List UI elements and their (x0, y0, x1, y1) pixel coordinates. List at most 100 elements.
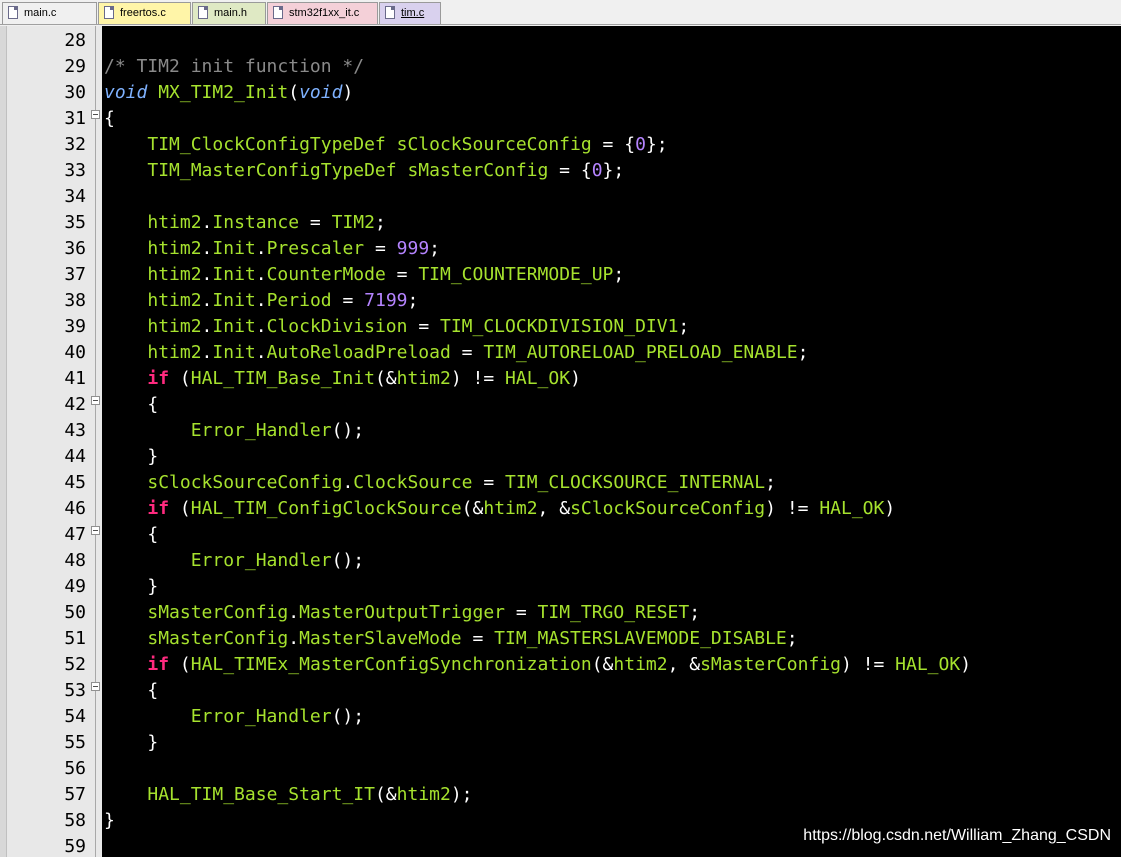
code-token: CounterMode (266, 264, 386, 285)
code-line[interactable]: htim2.Init.Period = 7199; (104, 288, 418, 314)
code-token: sClockSourceConfig (147, 472, 343, 493)
code-token: . (201, 316, 213, 337)
code-line[interactable]: htim2.Init.AutoReloadPreload = TIM_AUTOR… (104, 340, 808, 366)
code-line[interactable]: if (HAL_TIM_ConfigClockSource(&htim2, &s… (104, 496, 895, 522)
code-token: HAL_TIM_Base_Start_IT (147, 784, 375, 805)
code-line[interactable]: { (104, 392, 158, 418)
fold-toggle-icon[interactable] (91, 110, 100, 119)
code-token: , & (537, 498, 571, 519)
code-token: sMasterConfig (700, 654, 841, 675)
code-token: }; (602, 160, 625, 181)
code-token: . (255, 316, 267, 337)
tab-main-h[interactable]: main.h (192, 2, 266, 24)
code-line[interactable]: if (HAL_TIM_Base_Init(&htim2) != HAL_OK) (104, 366, 581, 392)
fold-toggle-icon[interactable] (91, 526, 100, 535)
tab-stm32f1xx-it-c[interactable]: stm32f1xx_it.c (267, 2, 378, 24)
fold-guide-line (95, 26, 96, 857)
tab-label: main.c (24, 7, 57, 19)
code-editor[interactable]: /* TIM2 init function */ void MX_TIM2_Ini… (102, 26, 1121, 857)
code-token: ; (678, 316, 690, 337)
code-line[interactable]: { (104, 106, 115, 132)
code-line[interactable]: } (104, 730, 158, 756)
watermark-url: https://blog.csdn.net/William_Zhang_CSDN (803, 827, 1111, 844)
code-line[interactable]: } (104, 574, 158, 600)
code-line[interactable]: Error_Handler(); (104, 704, 364, 730)
code-line[interactable]: sClockSourceConfig.ClockSource = TIM_CLO… (104, 470, 776, 496)
code-line[interactable]: TIM_MasterConfigTypeDef sMasterConfig = … (104, 158, 624, 184)
code-token: htim2 (147, 264, 202, 285)
line-number: 38 (64, 290, 86, 311)
code-token: ; (407, 290, 419, 311)
code-token: MX_TIM2_Init (158, 82, 289, 103)
code-line[interactable]: htim2.Instance = TIM2; (104, 210, 385, 236)
code-token: if (147, 498, 170, 519)
code-token: MasterSlaveMode (299, 628, 462, 649)
tab-main-c[interactable]: main.c (2, 2, 97, 24)
code-line[interactable]: TIM_ClockConfigTypeDef sClockSourceConfi… (104, 132, 667, 158)
code-line[interactable]: sMasterConfig.MasterOutputTrigger = TIM_… (104, 600, 700, 626)
code-token: ) (570, 368, 581, 389)
line-number: 50 (64, 602, 86, 623)
code-token: 7199 (364, 290, 408, 311)
code-line[interactable]: void MX_TIM2_Init(void) (104, 80, 353, 106)
code-line[interactable]: /* TIM2 init function */ (104, 54, 364, 80)
code-token: = (450, 342, 484, 363)
code-line[interactable]: Error_Handler(); (104, 548, 364, 574)
code-token: { (104, 108, 115, 129)
code-token: Init (212, 290, 256, 311)
code-token: (& (374, 368, 397, 389)
file-icon (198, 6, 208, 19)
code-line[interactable]: if (HAL_TIMEx_MasterConfigSynchronizatio… (104, 652, 971, 678)
code-token: Error_Handler (190, 706, 332, 727)
code-token: if (147, 368, 170, 389)
tab-label: tim.c (401, 7, 425, 19)
code-token: ClockSource (353, 472, 473, 493)
code-line[interactable]: { (104, 678, 158, 704)
fold-toggle-icon[interactable] (91, 682, 100, 691)
file-tab-bar: main.c freertos.c main.h stm32f1xx_it.c tim.… (0, 0, 1121, 25)
code-token: = { (548, 160, 592, 181)
code-line[interactable]: sMasterConfig.MasterSlaveMode = TIM_MAST… (104, 626, 797, 652)
code-token: HAL_OK (819, 498, 885, 519)
code-line[interactable]: htim2.Init.Prescaler = 999; (104, 236, 440, 262)
code-token: } (104, 576, 159, 597)
code-token: Period (266, 290, 332, 311)
code-token: Error_Handler (190, 420, 332, 441)
code-token: . (342, 472, 354, 493)
code-line[interactable]: { (104, 522, 158, 548)
code-line[interactable]: Error_Handler(); (104, 418, 364, 444)
tab-freertos-c[interactable]: freertos.c (98, 2, 191, 24)
line-number: 41 (64, 368, 86, 389)
code-token: (& (591, 654, 614, 675)
code-token: . (288, 628, 300, 649)
code-token: = { (591, 134, 636, 155)
code-token: . (201, 238, 213, 259)
code-token: void (104, 82, 148, 103)
code-token: { (104, 394, 159, 415)
line-number: 28 (64, 30, 86, 51)
code-token: htim2 (396, 784, 451, 805)
code-token: TIM_COUNTERMODE_UP (418, 264, 614, 285)
fold-toggle-icon[interactable] (91, 396, 100, 405)
code-line[interactable]: htim2.Init.CounterMode = TIM_COUNTERMODE… (104, 262, 624, 288)
line-number: 30 (64, 82, 86, 103)
code-token: Init (212, 264, 256, 285)
tab-tim-c[interactable]: tim.c (379, 2, 441, 24)
code-token: ) != (840, 654, 896, 675)
code-line[interactable]: } (104, 444, 158, 470)
line-number: 35 (64, 212, 86, 233)
code-token: HAL_TIM_ConfigClockSource (190, 498, 462, 519)
code-line[interactable]: HAL_TIM_Base_Start_IT(&htim2); (104, 782, 472, 808)
code-line[interactable]: } (104, 808, 115, 834)
code-token: (& (374, 784, 397, 805)
code-line[interactable]: htim2.Init.ClockDivision = TIM_CLOCKDIVI… (104, 314, 689, 340)
code-token: = (385, 264, 419, 285)
code-token: void (299, 82, 343, 103)
